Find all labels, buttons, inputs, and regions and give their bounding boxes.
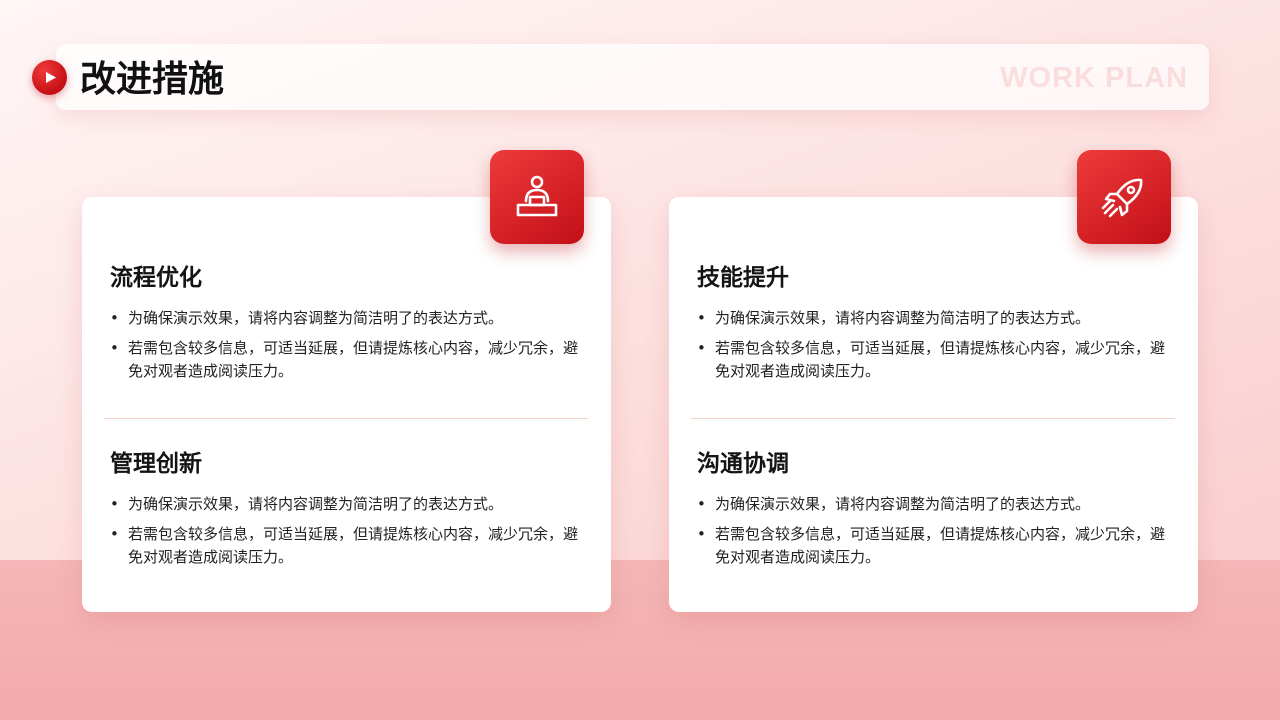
- card-left: 流程优化 为确保演示效果，请将内容调整为简洁明了的表达方式。 若需包含较多信息，…: [82, 197, 611, 612]
- section-title: 流程优化: [110, 265, 202, 291]
- card-icon-badge: [490, 150, 584, 244]
- bullet-list: 为确保演示效果，请将内容调整为简洁明了的表达方式。 若需包含较多信息，可适当延展…: [697, 307, 1177, 383]
- header-watermark-text: WORK PLAN: [1000, 62, 1188, 94]
- rocket-icon: [1101, 178, 1143, 218]
- card-icon-badge: [1077, 150, 1171, 244]
- bullet-item: 为确保演示效果，请将内容调整为简洁明了的表达方式。: [697, 307, 1177, 330]
- section-communication: 沟通协调 为确保演示效果，请将内容调整为简洁明了的表达方式。 若需包含较多信息，…: [697, 447, 1177, 576]
- section-title: 管理创新: [110, 451, 202, 477]
- workstation-person-icon: [516, 175, 558, 217]
- card-right: 技能提升 为确保演示效果，请将内容调整为简洁明了的表达方式。 若需包含较多信息，…: [669, 197, 1198, 612]
- bullet-list: 为确保演示效果，请将内容调整为简洁明了的表达方式。 若需包含较多信息，可适当延展…: [110, 307, 590, 383]
- section-title: 沟通协调: [697, 451, 789, 477]
- section-title: 技能提升: [697, 265, 789, 291]
- section-management-innovation: 管理创新 为确保演示效果，请将内容调整为简洁明了的表达方式。 若需包含较多信息，…: [110, 447, 590, 576]
- section-divider: [691, 418, 1175, 419]
- bullet-list: 为确保演示效果，请将内容调整为简洁明了的表达方式。 若需包含较多信息，可适当延展…: [110, 493, 590, 569]
- section-divider: [104, 418, 588, 419]
- play-icon: [32, 60, 67, 95]
- bullet-item: 若需包含较多信息，可适当延展，但请提炼核心内容，减少冗余，避免对观者造成阅读压力…: [697, 337, 1177, 383]
- bullet-item: 为确保演示效果，请将内容调整为简洁明了的表达方式。: [110, 307, 590, 330]
- bullet-item: 若需包含较多信息，可适当延展，但请提炼核心内容，减少冗余，避免对观者造成阅读压力…: [110, 523, 590, 569]
- bullet-item: 若需包含较多信息，可适当延展，但请提炼核心内容，减少冗余，避免对观者造成阅读压力…: [110, 337, 590, 383]
- page-title: 改进措施: [80, 59, 225, 100]
- section-skill-improvement: 技能提升 为确保演示效果，请将内容调整为简洁明了的表达方式。 若需包含较多信息，…: [697, 261, 1177, 390]
- bullet-item: 若需包含较多信息，可适当延展，但请提炼核心内容，减少冗余，避免对观者造成阅读压力…: [697, 523, 1177, 569]
- bullet-item: 为确保演示效果，请将内容调整为简洁明了的表达方式。: [697, 493, 1177, 516]
- section-process-optimization: 流程优化 为确保演示效果，请将内容调整为简洁明了的表达方式。 若需包含较多信息，…: [110, 261, 590, 390]
- bullet-item: 为确保演示效果，请将内容调整为简洁明了的表达方式。: [110, 493, 590, 516]
- bullet-list: 为确保演示效果，请将内容调整为简洁明了的表达方式。 若需包含较多信息，可适当延展…: [697, 493, 1177, 569]
